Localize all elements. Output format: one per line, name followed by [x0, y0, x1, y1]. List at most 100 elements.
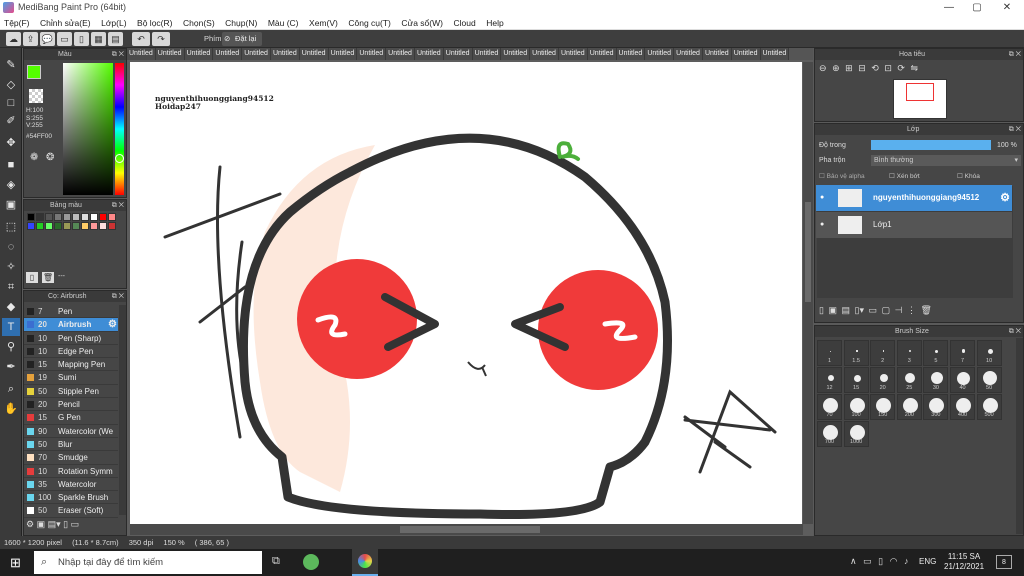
brush-menu-icon[interactable]: ▤▾ [48, 519, 61, 529]
notification-button[interactable]: 8 [996, 555, 1012, 569]
brush-size-option[interactable]: 300 [923, 394, 949, 420]
palette-swatch[interactable] [72, 222, 80, 230]
foreground-color-swatch[interactable] [27, 65, 41, 79]
brush-size-option[interactable]: 400 [950, 394, 975, 420]
menu-tools[interactable]: Công cụ(T) [344, 16, 395, 30]
brush-item[interactable]: 15 Mapping Pen [24, 358, 118, 372]
brush-item[interactable]: 7 Pen [24, 305, 118, 319]
palette-swatch[interactable] [108, 213, 116, 221]
rotate-right-icon[interactable]: ⟳ [897, 63, 905, 73]
delete-layer-icon[interactable]: 🗑 [920, 305, 931, 315]
palette-swatch[interactable] [63, 213, 71, 221]
brush-size-option[interactable]: 1 [817, 340, 842, 366]
fit-icon[interactable]: ⊞ [845, 63, 853, 73]
select-pen-icon[interactable]: ⌗ [2, 278, 20, 296]
palette-swatch[interactable] [90, 213, 98, 221]
clipping-checkbox[interactable]: ☐ Xén bớt [889, 172, 920, 180]
document-tab[interactable]: Untitled [645, 48, 675, 60]
canvas-vertical-scrollbar[interactable] [803, 62, 813, 524]
panel-close-icon[interactable]: ⧉ ✕ [112, 49, 124, 60]
brush-item[interactable]: 70 Smudge [24, 451, 118, 465]
brush-item[interactable]: 50 Stipple Pen [24, 385, 118, 399]
chat-icon[interactable]: ▭ [57, 32, 72, 46]
eraser-tool-icon[interactable]: ◇ [2, 76, 20, 94]
menu-cloud[interactable]: Cloud [450, 16, 480, 30]
canvas-horizontal-scrollbar[interactable] [130, 524, 803, 535]
brush-item[interactable]: 10 Rotation Symm [24, 465, 118, 478]
cloud-icon[interactable]: ☁ [6, 32, 21, 46]
palette-swatch[interactable] [108, 222, 116, 230]
layer-row[interactable]: ● Lớp1 [816, 212, 1012, 238]
palette-swatch[interactable] [63, 222, 71, 230]
merge-layer-icon[interactable]: ⊣ [895, 305, 903, 315]
brush-size-option[interactable]: 150 [870, 394, 896, 420]
panel-icon[interactable]: ▤ [108, 32, 123, 46]
divide-tool-icon[interactable]: ✒ [2, 358, 20, 376]
brush-size-scrollbar[interactable] [1016, 338, 1023, 534]
menu-view[interactable]: Xem(V) [305, 16, 342, 30]
brush-item[interactable]: 19 Sumi [24, 371, 118, 385]
document-tab[interactable]: Untitled [213, 48, 243, 60]
chevron-up-icon[interactable]: ∧ [850, 556, 857, 566]
canvas-paper[interactable]: nguyenthihuonggiang94512 Hoidap247 [130, 62, 802, 524]
new-layer-icon[interactable]: ▯ [819, 305, 824, 315]
panel-close-icon[interactable]: ⧉ ✕ [1009, 49, 1021, 60]
new-palette-icon[interactable]: ▯ [26, 272, 38, 283]
delete-palette-icon[interactable]: 🗑 [42, 272, 54, 283]
brush-size-option[interactable]: 100 [843, 394, 869, 420]
saturation-value-picker[interactable] [63, 63, 113, 195]
menu-color[interactable]: Màu (C) [264, 16, 303, 30]
color-wheel-icon[interactable]: ❁ [30, 152, 38, 163]
flip-icon[interactable]: ⇋ [910, 63, 918, 73]
palette-swatch[interactable] [54, 222, 62, 230]
brush-item[interactable]: 20 Pencil [24, 398, 118, 412]
lock-checkbox[interactable]: ☐ Khóa [957, 172, 980, 180]
navigator-thumbnail[interactable] [893, 79, 947, 119]
layer-menu-icon[interactable]: ▯▾ [855, 305, 864, 315]
document-tab[interactable]: Untitled [674, 48, 703, 60]
minimize-button[interactable]: — [934, 0, 964, 16]
document-tab[interactable]: Untitled [386, 48, 415, 60]
brush-copy-icon[interactable]: ▣ [37, 519, 46, 529]
palette-swatch[interactable] [99, 222, 107, 230]
menu-select[interactable]: Chọn(S) [179, 16, 219, 30]
zoom-in-icon[interactable]: ⊕ [832, 63, 840, 73]
taskbar-search-box[interactable]: ⌕ Nhập tại đây để tìm kiếm [34, 551, 262, 574]
undo-icon[interactable]: ↶ [132, 32, 150, 46]
document-tab[interactable]: Untitled [587, 48, 617, 60]
color-picker-icon[interactable]: ❂ [46, 152, 54, 163]
move-tool-icon[interactable]: ✥ [2, 134, 20, 152]
redo-icon[interactable]: ↷ [152, 32, 170, 46]
blend-mode-select[interactable]: Bình thường ▾ [871, 155, 1021, 166]
brush-item[interactable]: 50 Blur [24, 438, 118, 452]
brush-settings-icon[interactable]: ⚙ [108, 318, 117, 331]
document-tab[interactable]: Untitled [270, 48, 300, 60]
document-tab[interactable]: Untitled [127, 48, 156, 60]
hand-tool-icon[interactable]: ✋ [2, 400, 20, 418]
brush-size-option[interactable]: 1000 [843, 421, 869, 447]
dot-tool-icon[interactable]: ✐ [2, 112, 20, 130]
menu-filter[interactable]: Bộ lọc(R) [133, 16, 176, 30]
menu-layer[interactable]: Lớp(L) [97, 16, 130, 30]
panel-close-icon[interactable]: ⧉ ✕ [1009, 326, 1021, 337]
palette-swatch[interactable] [90, 222, 98, 230]
wifi-icon[interactable]: ◠ [890, 556, 898, 566]
brush-folder-icon[interactable]: ▯ [63, 519, 68, 529]
brush-tool-icon[interactable]: ✎ [2, 56, 20, 74]
brush-item[interactable]: 20 Airbrush ⚙ [24, 318, 118, 332]
rotate-left-icon[interactable]: ⟲ [871, 63, 879, 73]
palette-swatch[interactable] [99, 213, 107, 221]
palette-swatch[interactable] [54, 213, 62, 221]
document-tab[interactable]: Untitled [558, 48, 588, 60]
brush-item[interactable]: 35 Watercolor [24, 478, 118, 492]
palette-swatch[interactable] [27, 213, 35, 221]
task-view-icon[interactable]: ⧉ [272, 555, 280, 568]
document-tab[interactable]: Untitled [242, 48, 271, 60]
brush-item[interactable]: 15 G Pen [24, 411, 118, 425]
background-color-swatch[interactable] [29, 89, 43, 103]
operation-tool-icon[interactable]: ⚲ [2, 338, 20, 356]
visibility-icon[interactable]: ● [820, 185, 824, 211]
document-tab[interactable]: Untitled [530, 48, 559, 60]
document-tab[interactable]: Untitled [702, 48, 732, 60]
battery-icon[interactable]: ▯ [878, 556, 883, 566]
